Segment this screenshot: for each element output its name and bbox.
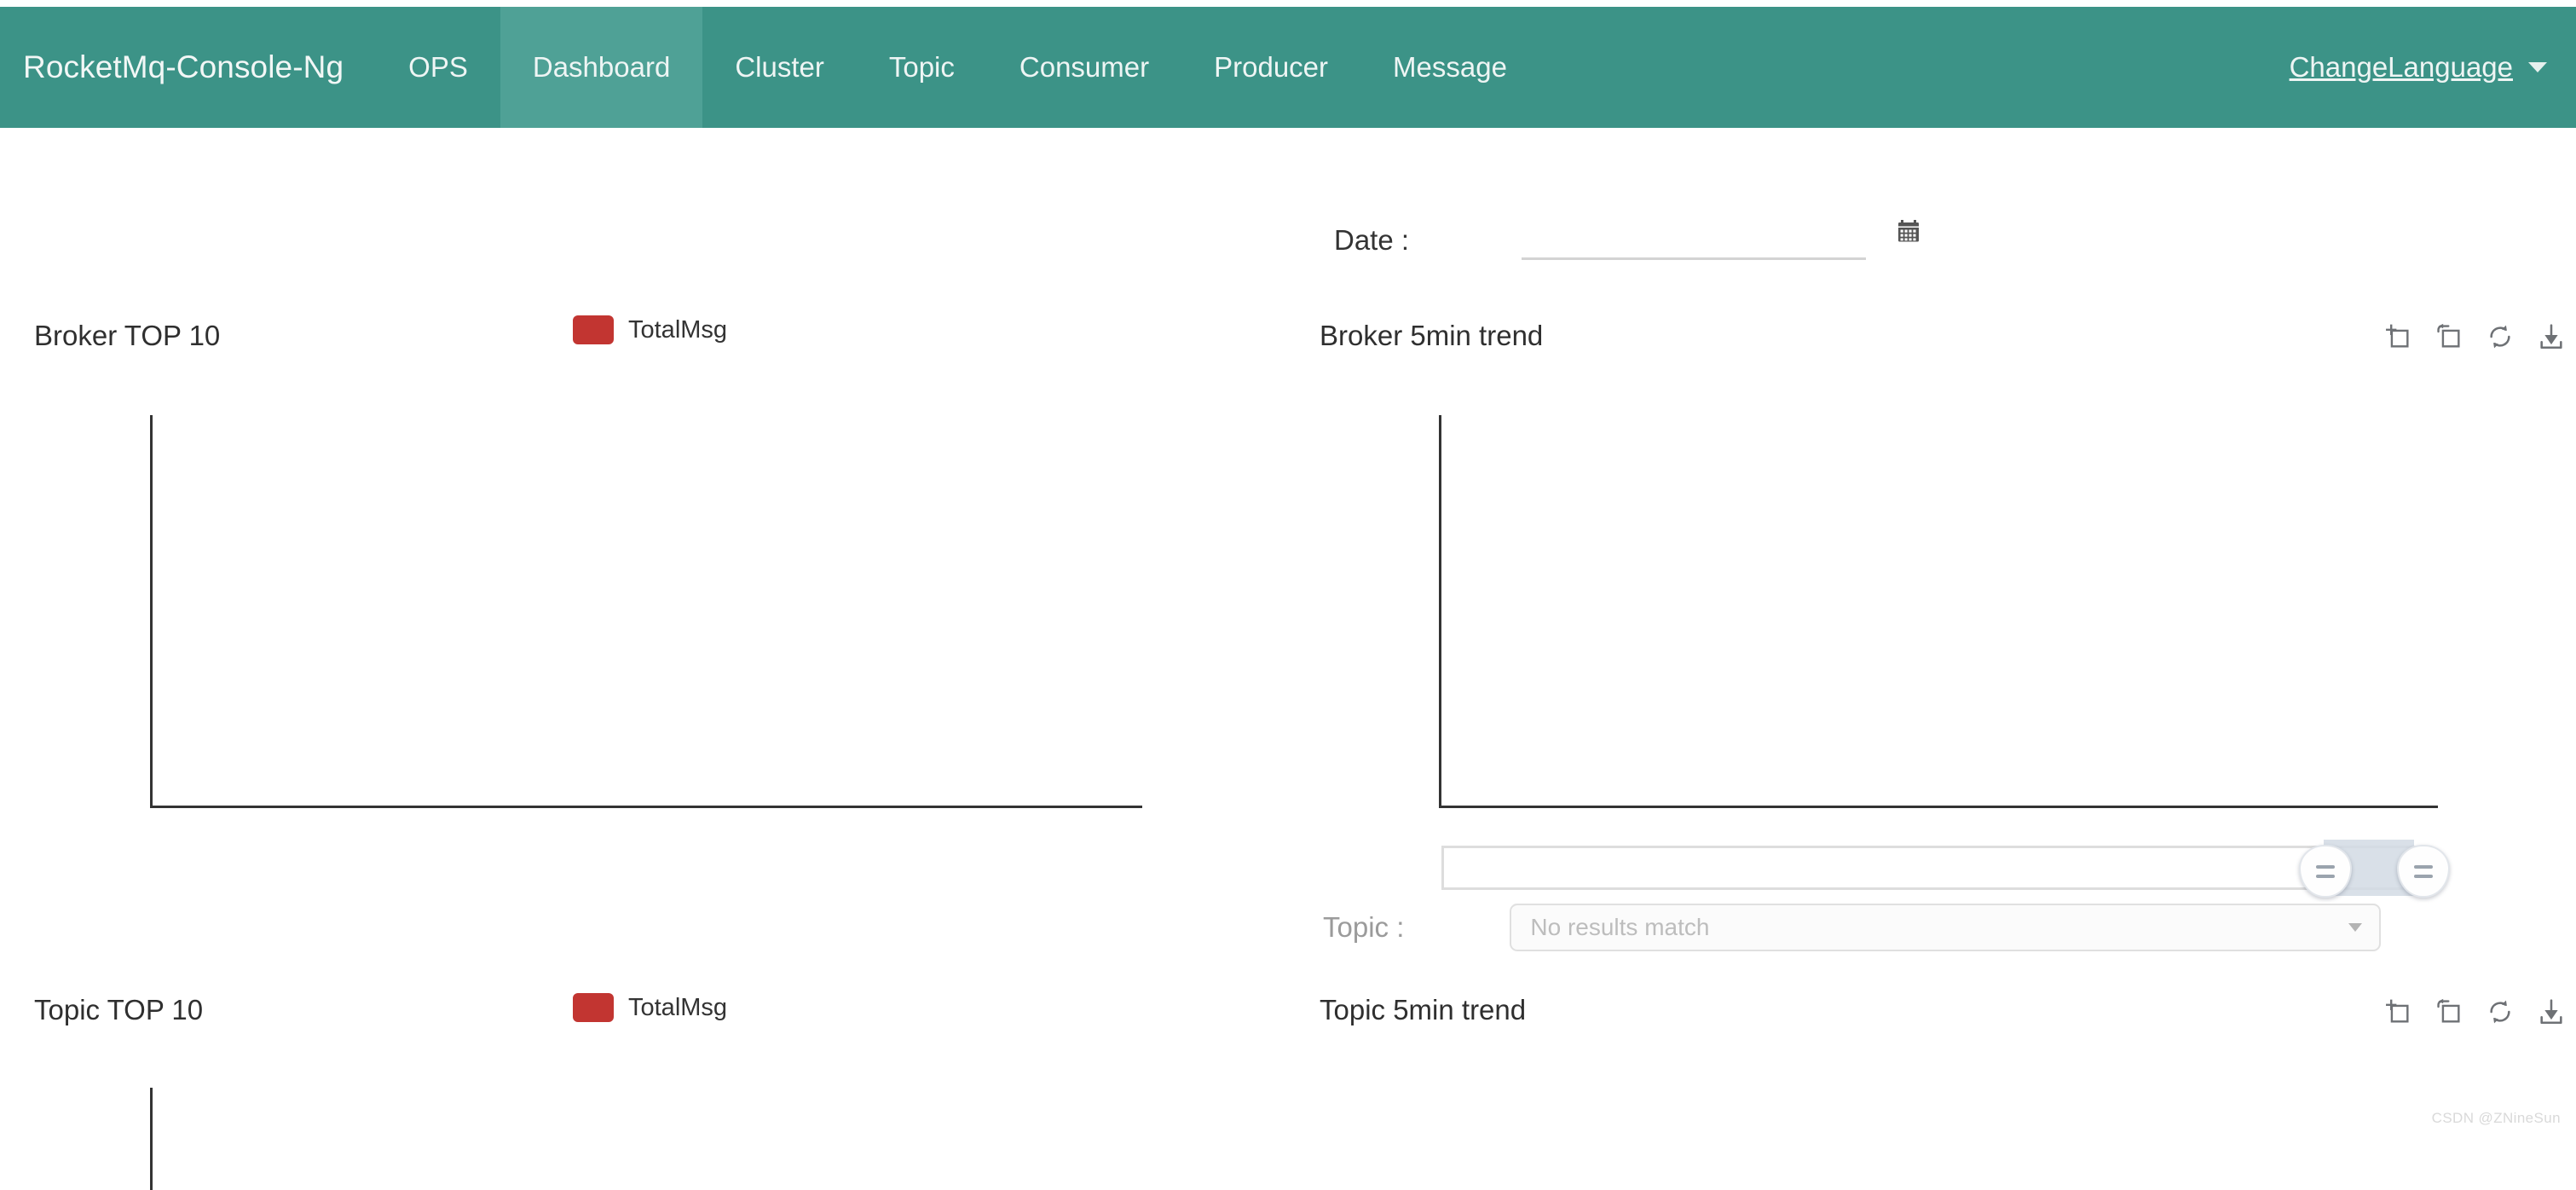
broker-trend-datazoom-slider[interactable]: [1441, 840, 2450, 898]
chevron-down-icon: [2348, 923, 2363, 932]
navbar-right-group: ChangeLanguage: [2290, 7, 2576, 128]
legend-label-totalmsg: TotalMsg: [628, 993, 728, 1021]
brand-link[interactable]: RocketMq-Console-Ng: [0, 7, 376, 128]
topic-trend-toolbox: [2383, 997, 2566, 1026]
main-navbar: RocketMq-Console-Ng OPS Dashboard Cluste…: [0, 7, 2576, 128]
broker-top10-chart-grid: [150, 415, 1142, 808]
legend-label-totalmsg: TotalMsg: [628, 315, 728, 344]
broker-trend-title: Broker 5min trend: [1320, 320, 1544, 351]
nav-item-consumer[interactable]: Consumer: [987, 7, 1181, 128]
date-label: Date :: [1334, 223, 1410, 256]
broker-top10-title: Broker TOP 10: [34, 320, 221, 351]
broker-trend-toolbox: [2383, 322, 2566, 351]
topic-label: Topic :: [1323, 911, 1405, 943]
topic-trend-title: Topic 5min trend: [1320, 994, 1527, 1025]
navbar-left-group: RocketMq-Console-Ng OPS Dashboard Cluste…: [0, 7, 1539, 128]
nav-item-dashboard[interactable]: Dashboard: [500, 7, 703, 128]
change-language-label: ChangeLanguage: [2289, 51, 2513, 83]
topic-top10-title: Topic TOP 10: [34, 994, 204, 1025]
broker-trend-chart-grid: [1439, 415, 2438, 808]
data-zoom-icon[interactable]: [2383, 322, 2412, 351]
download-icon[interactable]: [2537, 322, 2566, 351]
calendar-icon[interactable]: [1893, 217, 1924, 252]
nav-item-message[interactable]: Message: [1360, 7, 1539, 128]
refresh-icon[interactable]: [2486, 322, 2515, 351]
nav-item-ops[interactable]: OPS: [376, 7, 500, 128]
zoom-restore-icon[interactable]: [2434, 322, 2463, 351]
datazoom-handle-right[interactable]: [2397, 845, 2450, 898]
topic-select[interactable]: No results match: [1510, 904, 2382, 951]
nav-item-cluster[interactable]: Cluster: [702, 7, 857, 128]
topic-select-value: No results match: [1530, 914, 1710, 940]
csdn-watermark: CSDN @ZNineSun: [2431, 1110, 2561, 1126]
zoom-restore-icon[interactable]: [2434, 997, 2463, 1026]
topic-top10-chart-grid: [150, 1088, 1142, 1190]
legend-swatch-totalmsg[interactable]: [573, 315, 614, 344]
broker-top10-legend: TotalMsg: [573, 315, 727, 344]
refresh-icon[interactable]: [2486, 997, 2515, 1026]
nav-item-topic[interactable]: Topic: [857, 7, 987, 128]
date-input[interactable]: [1522, 220, 1867, 260]
legend-swatch-totalmsg[interactable]: [573, 993, 614, 1022]
data-zoom-icon[interactable]: [2383, 997, 2412, 1026]
topic-top10-legend: TotalMsg: [573, 993, 727, 1022]
nav-item-producer[interactable]: Producer: [1181, 7, 1360, 128]
chevron-down-icon: [2528, 62, 2547, 72]
download-icon[interactable]: [2537, 997, 2566, 1026]
date-filter: Date :: [1334, 220, 1924, 260]
topic-filter: Topic : No results match: [1323, 904, 2382, 951]
change-language-dropdown[interactable]: ChangeLanguage: [2290, 51, 2547, 84]
